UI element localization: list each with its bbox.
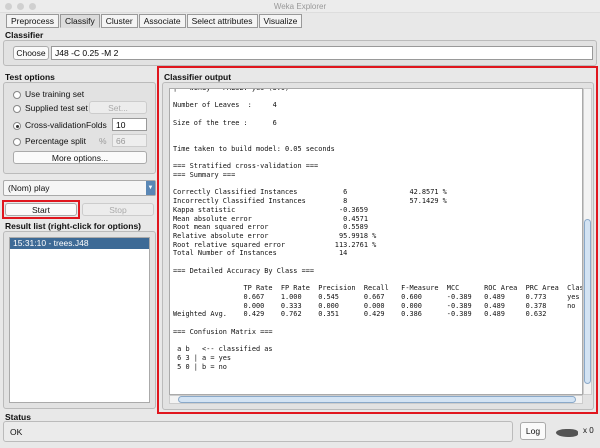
more-options-button[interactable]: More options... bbox=[13, 151, 147, 164]
output-line: 6 3 | a = yes bbox=[173, 353, 232, 362]
output-line: Root relative squared error 113.2761 % bbox=[173, 240, 377, 249]
output-line: Kappa statistic -0.3659 bbox=[173, 205, 368, 214]
output-line: Total Number of Instances 14 bbox=[173, 249, 348, 258]
status-text: OK bbox=[10, 427, 23, 437]
radio-icon bbox=[13, 137, 21, 146]
cross-validation-radio[interactable]: Cross-validation bbox=[13, 119, 86, 131]
result-list: 15:31:10 - trees.J48 bbox=[9, 237, 150, 403]
output-line: TP Rate FP Rate Precision Recall F-Measu… bbox=[173, 284, 583, 293]
weka-bird-icon bbox=[556, 429, 578, 437]
status-bar: OK bbox=[3, 421, 513, 442]
output-line: Number of Leaves : 4 bbox=[173, 101, 277, 110]
result-list-item[interactable]: 15:31:10 - trees.J48 bbox=[10, 238, 149, 249]
folds-label: Folds bbox=[86, 120, 107, 130]
horizontal-scroll-thumb[interactable] bbox=[178, 396, 576, 403]
radio-selected-icon bbox=[13, 121, 21, 130]
output-text: | windy = FALSE: yes (3.0) Number of Lea… bbox=[170, 89, 583, 371]
cv-label: Cross-validation bbox=[25, 120, 86, 130]
use-training-label: Use training set bbox=[25, 89, 85, 99]
chevron-down-icon: ▼ bbox=[146, 181, 155, 195]
class-select-value: (Nom) play bbox=[8, 183, 50, 193]
output-line: === Stratified cross-validation === bbox=[173, 162, 319, 171]
tab-visualize[interactable]: Visualize bbox=[258, 14, 303, 28]
result-list-label: Result list (right-click for options) bbox=[5, 221, 142, 231]
classifier-output-label: Classifier output bbox=[164, 72, 232, 82]
pct-label: Percentage split bbox=[25, 136, 86, 146]
choose-button[interactable]: Choose bbox=[13, 46, 49, 60]
class-attribute-select[interactable]: (Nom) play ▼ bbox=[3, 180, 156, 196]
set-button[interactable]: Set... bbox=[89, 101, 147, 114]
task-count: x 0 bbox=[583, 426, 594, 435]
output-line: Size of the tree : 6 bbox=[173, 118, 277, 127]
folds-field[interactable] bbox=[112, 118, 147, 131]
stop-button[interactable]: Stop bbox=[82, 203, 154, 216]
vertical-scroll-thumb[interactable] bbox=[584, 219, 591, 384]
output-line: Mean absolute error 0.4571 bbox=[173, 214, 368, 223]
title-bar: Weka Explorer bbox=[0, 0, 600, 13]
output-line: Time taken to build model: 0.05 seconds bbox=[173, 144, 335, 153]
close-window-button[interactable] bbox=[5, 3, 12, 10]
output-line: 5 0 | b = no bbox=[173, 362, 227, 371]
percentage-field[interactable] bbox=[112, 134, 147, 147]
classifier-output-text[interactable]: | windy = FALSE: yes (3.0) Number of Lea… bbox=[169, 88, 583, 395]
tab-classify[interactable]: Classify bbox=[60, 14, 100, 28]
window-title: Weka Explorer bbox=[273, 2, 327, 11]
vertical-scrollbar[interactable] bbox=[583, 88, 592, 395]
horizontal-scrollbar[interactable] bbox=[169, 395, 583, 404]
classifier-label: Classifier bbox=[5, 30, 44, 40]
output-line: === Detailed Accuracy By Class === bbox=[173, 266, 315, 275]
output-line: 0.000 0.333 0.000 0.000 0.000 -0.389 0.4… bbox=[173, 301, 576, 310]
supplied-label: Supplied test set bbox=[25, 103, 88, 113]
zoom-window-button[interactable] bbox=[29, 3, 36, 10]
output-line: === Summary === bbox=[173, 171, 236, 180]
tab-associate[interactable]: Associate bbox=[138, 14, 186, 28]
use-training-set-radio[interactable]: Use training set bbox=[13, 88, 84, 100]
radio-icon bbox=[13, 90, 21, 99]
output-line: Correctly Classified Instances 6 42.8571… bbox=[173, 188, 447, 197]
test-options-label: Test options bbox=[5, 72, 55, 82]
output-line: Weighted Avg. 0.429 0.762 0.351 0.429 0.… bbox=[173, 310, 547, 319]
output-line: a b <-- classified as bbox=[173, 345, 273, 354]
percent-symbol: % bbox=[99, 136, 107, 146]
minimize-window-button[interactable] bbox=[17, 3, 24, 10]
output-line: 0.667 1.000 0.545 0.667 0.600 -0.389 0.4… bbox=[173, 292, 580, 301]
tab-cluster[interactable]: Cluster bbox=[100, 14, 138, 28]
output-line: Root mean squared error 0.5589 bbox=[173, 223, 368, 232]
start-button[interactable]: Start bbox=[5, 203, 77, 216]
supplied-test-set-radio[interactable]: Supplied test set bbox=[13, 102, 88, 114]
output-line: === Confusion Matrix === bbox=[173, 327, 273, 336]
output-line: Incorrectly Classified Instances 8 57.14… bbox=[173, 197, 447, 206]
percentage-split-radio[interactable]: Percentage split bbox=[13, 135, 86, 147]
tab-bar: Preprocess Classify Cluster Associate Se… bbox=[6, 14, 303, 28]
output-line: Relative absolute error 95.9918 % bbox=[173, 231, 377, 240]
tab-preprocess[interactable]: Preprocess bbox=[6, 14, 59, 28]
tab-select-attributes[interactable]: Select attributes bbox=[186, 14, 258, 28]
classifier-config-field[interactable] bbox=[51, 46, 593, 60]
log-button[interactable]: Log bbox=[520, 422, 546, 440]
radio-icon bbox=[13, 104, 21, 113]
